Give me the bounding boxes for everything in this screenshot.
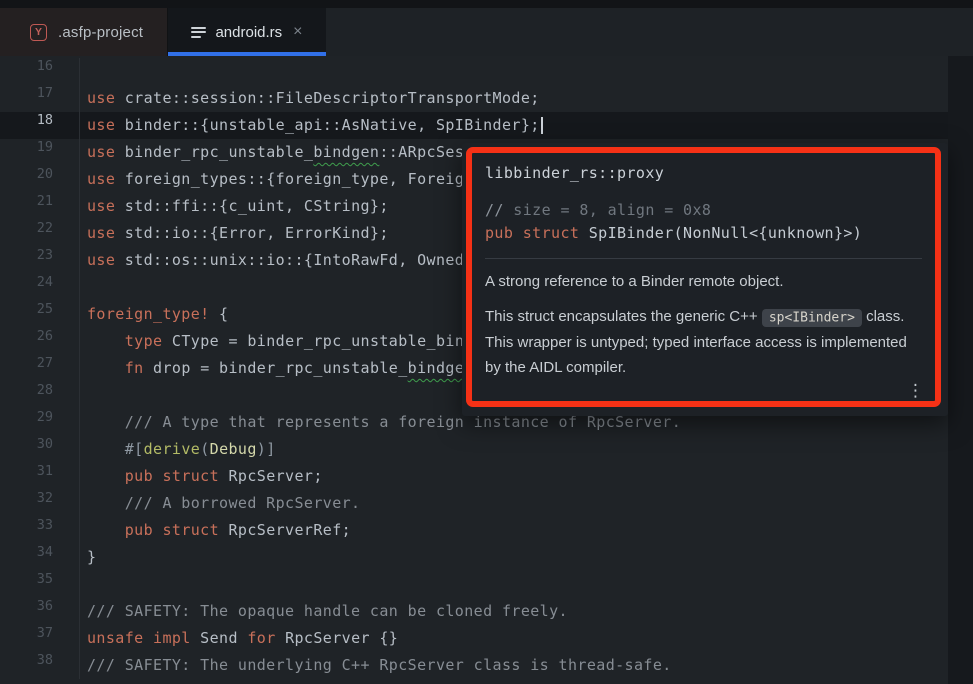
code-line[interactable]: 36/// SAFETY: The opaque handle can be c… xyxy=(0,598,948,625)
doc-size-comment: // size = 8, align = 0x8 xyxy=(485,199,922,222)
line-number[interactable]: 32 xyxy=(0,490,80,517)
code-line[interactable]: 38/// SAFETY: The underlying C++ RpcServ… xyxy=(0,652,948,679)
tab-android-rs[interactable]: android.rs × xyxy=(168,8,326,56)
code-text xyxy=(80,274,87,301)
code-text: use std::io::{Error, ErrorKind}; xyxy=(80,220,389,247)
doc-summary: A strong reference to a Binder remote ob… xyxy=(485,271,922,293)
code-text: use crate::session::FileDescriptorTransp… xyxy=(80,85,540,112)
code-text: } xyxy=(80,544,96,571)
line-number[interactable]: 20 xyxy=(0,166,80,193)
line-number[interactable]: 38 xyxy=(0,652,80,679)
text-cursor xyxy=(541,117,544,134)
line-number[interactable]: 19 xyxy=(0,139,80,166)
line-number[interactable]: 36 xyxy=(0,598,80,625)
tab-bar-filler xyxy=(326,8,973,56)
line-number[interactable]: 16 xyxy=(0,58,80,85)
line-number[interactable]: 37 xyxy=(0,625,80,652)
code-text: #[derive(Debug)] xyxy=(80,436,276,463)
hover-doc-popup: libbinder_rs::proxy // size = 8, align =… xyxy=(462,143,948,416)
code-text xyxy=(80,58,87,85)
line-number[interactable]: 22 xyxy=(0,220,80,247)
code-text: use std::ffi::{c_uint, CString}; xyxy=(80,193,389,220)
line-number[interactable]: 27 xyxy=(0,355,80,382)
code-text: pub struct RpcServerRef; xyxy=(80,517,351,544)
line-number[interactable]: 34 xyxy=(0,544,80,571)
project-tab-label: .asfp-project xyxy=(58,24,143,41)
code-line[interactable]: 35 xyxy=(0,571,948,598)
line-number[interactable]: 33 xyxy=(0,517,80,544)
doc-description: This struct encapsulates the generic C++… xyxy=(485,304,922,380)
code-line[interactable]: 18use binder::{unstable_api::AsNative, S… xyxy=(0,112,948,139)
file-tab-label: android.rs xyxy=(215,24,282,41)
file-lines-icon xyxy=(191,27,206,38)
inline-code-chip: sp<IBinder> xyxy=(762,309,862,327)
code-text: use binder::{unstable_api::AsNative, SpI… xyxy=(80,112,543,139)
code-text: unsafe impl Send for RpcServer {} xyxy=(80,625,398,652)
line-number[interactable]: 24 xyxy=(0,274,80,301)
code-text: foreign_type! { xyxy=(80,301,228,328)
line-number[interactable]: 26 xyxy=(0,328,80,355)
code-line[interactable]: 34} xyxy=(0,544,948,571)
code-text: pub struct RpcServer; xyxy=(80,463,323,490)
line-number[interactable]: 29 xyxy=(0,409,80,436)
code-editor: 1617use crate::session::FileDescriptorTr… xyxy=(0,56,973,684)
code-text: /// A borrowed RpcServer. xyxy=(80,490,361,517)
code-line[interactable]: 16 xyxy=(0,58,948,85)
line-number[interactable]: 28 xyxy=(0,382,80,409)
line-number[interactable]: 21 xyxy=(0,193,80,220)
tab-project[interactable]: Y .asfp-project xyxy=(0,8,168,56)
line-number[interactable]: 31 xyxy=(0,463,80,490)
line-number[interactable]: 25 xyxy=(0,301,80,328)
doc-signature: // size = 8, align = 0x8 pub struct SpIB… xyxy=(485,199,922,245)
tab-bar: Y .asfp-project android.rs × xyxy=(0,8,973,56)
code-text xyxy=(80,571,87,598)
code-line[interactable]: 37unsafe impl Send for RpcServer {} xyxy=(0,625,948,652)
code-text xyxy=(80,382,87,409)
code-text: use binder_rpc_unstable_bindgen::ARpcSes… xyxy=(80,139,511,166)
code-text: /// SAFETY: The underlying C++ RpcServer… xyxy=(80,652,672,679)
code-line[interactable]: 32 /// A borrowed RpcServer. xyxy=(0,490,948,517)
code-line[interactable]: 33 pub struct RpcServerRef; xyxy=(0,517,948,544)
line-number[interactable]: 17 xyxy=(0,85,80,112)
close-tab-icon[interactable]: × xyxy=(293,24,302,40)
code-line[interactable]: 31 pub struct RpcServer; xyxy=(0,463,948,490)
line-number[interactable]: 23 xyxy=(0,247,80,274)
code-line[interactable]: 17use crate::session::FileDescriptorTran… xyxy=(0,85,948,112)
project-filetype-icon: Y xyxy=(30,24,47,41)
doc-module-path: libbinder_rs::proxy xyxy=(485,164,922,182)
popup-divider xyxy=(485,258,922,259)
line-number[interactable]: 18 xyxy=(0,112,80,139)
code-text: use std::os::unix::io::{IntoRawFd, Owned… xyxy=(80,247,502,274)
code-line[interactable]: 30 #[derive(Debug)] xyxy=(0,436,948,463)
window-top-strip xyxy=(0,0,973,8)
code-text: /// SAFETY: The opaque handle can be clo… xyxy=(80,598,568,625)
doc-struct-signature: pub struct SpIBinder(NonNull<{unknown}>) xyxy=(485,222,922,245)
line-number[interactable]: 30 xyxy=(0,436,80,463)
popup-more-menu-icon[interactable]: ⋮ xyxy=(907,383,924,400)
line-number[interactable]: 35 xyxy=(0,571,80,598)
hover-doc-content: libbinder_rs::proxy // size = 8, align =… xyxy=(462,143,948,394)
scrollbar-track[interactable] xyxy=(948,56,973,684)
